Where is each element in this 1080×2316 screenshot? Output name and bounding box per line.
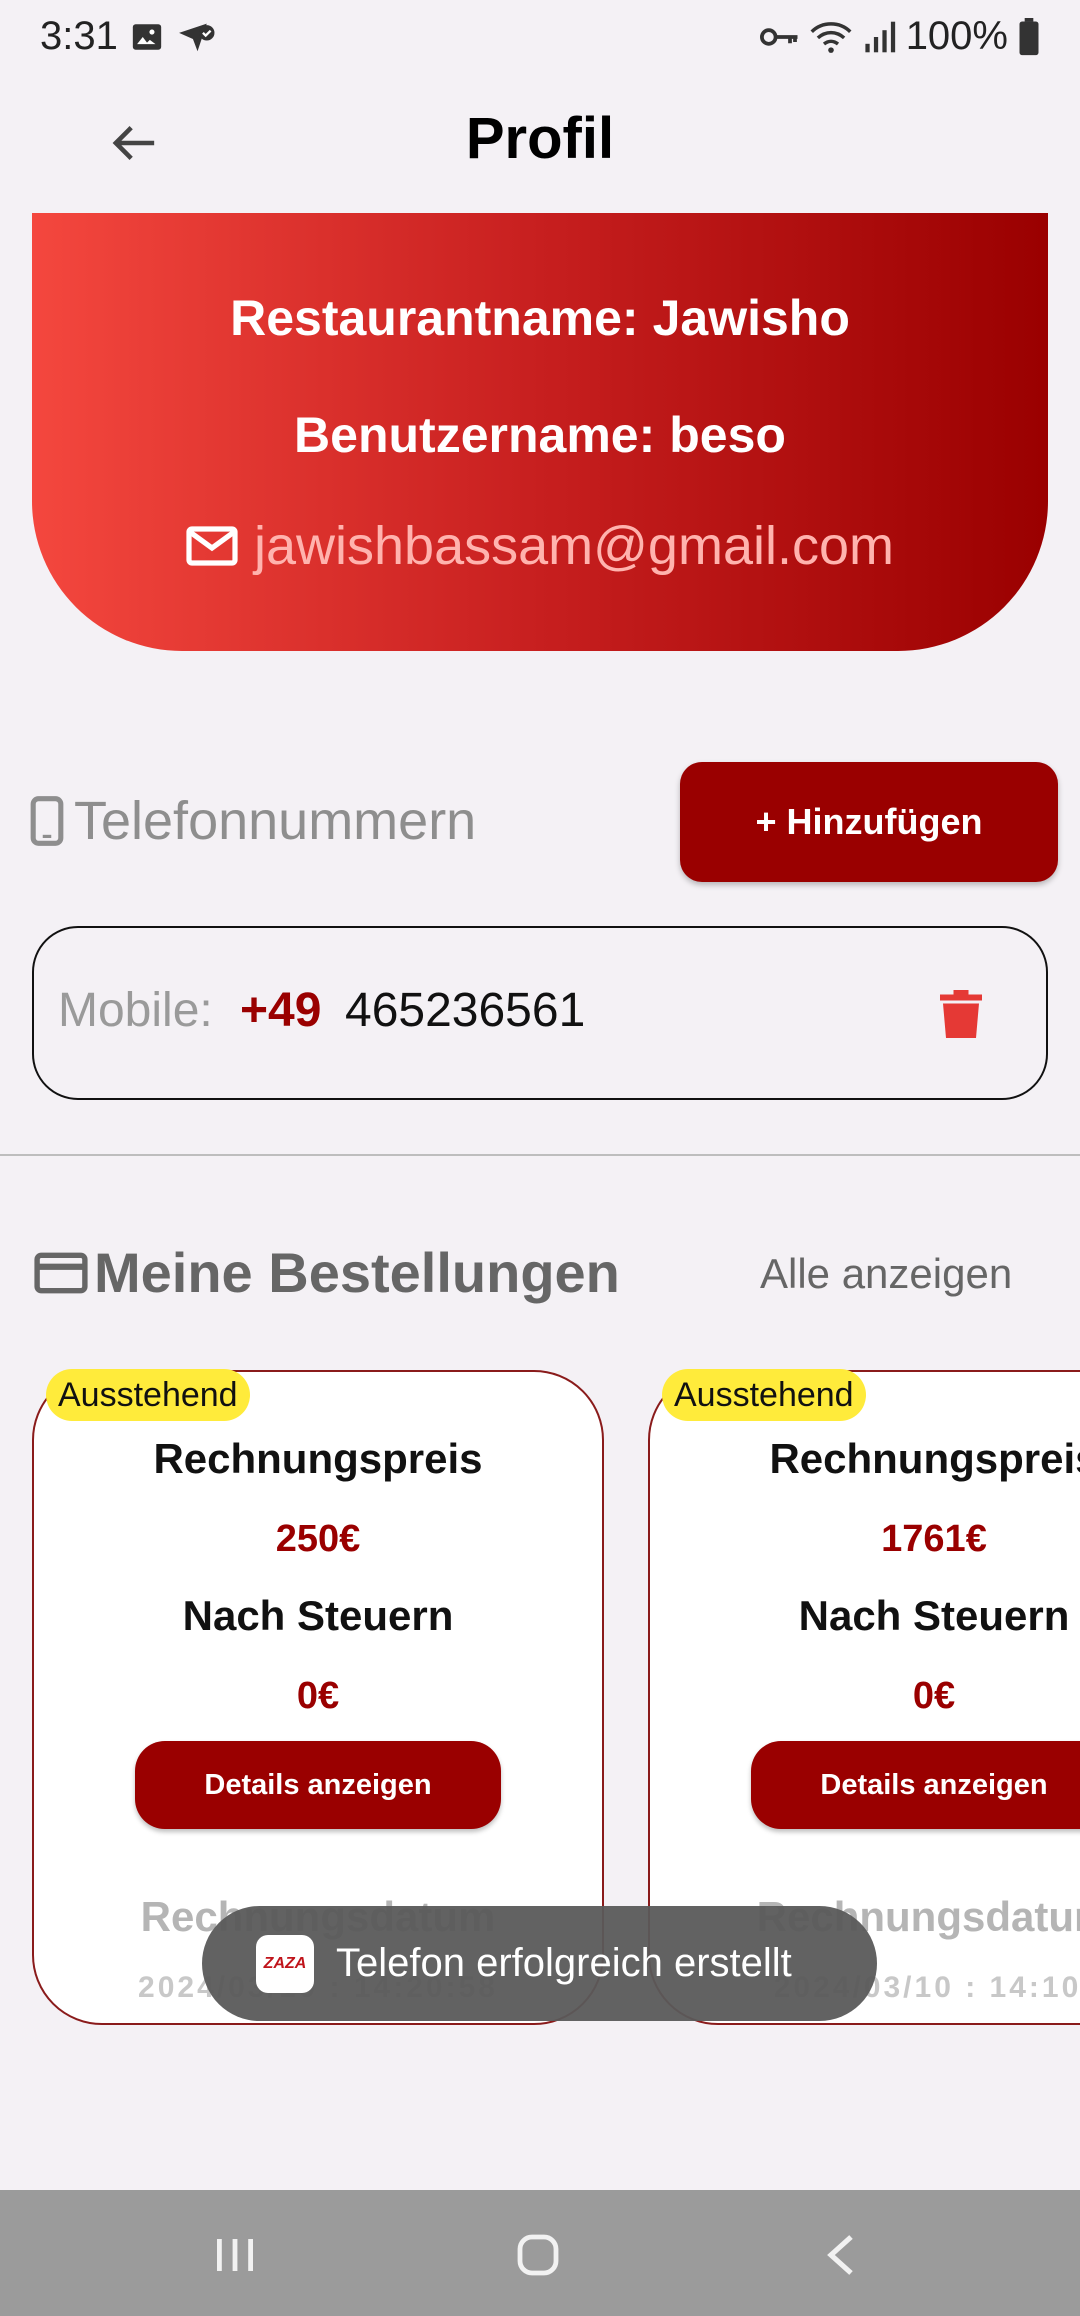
see-all-orders-link[interactable]: Alle anzeigen bbox=[760, 1250, 1012, 1298]
mail-icon bbox=[186, 526, 238, 566]
recent-apps-icon bbox=[217, 2239, 253, 2271]
toast-text: Telefon erfolgreich erstellt bbox=[336, 1941, 792, 1985]
phone-country-code: +49 bbox=[240, 984, 322, 1037]
image-icon bbox=[132, 24, 162, 50]
status-time: 3:31 bbox=[40, 14, 118, 58]
invoice-price-label: Rechnungspreis bbox=[153, 1435, 483, 1482]
page-title: Profil bbox=[465, 106, 615, 171]
home-icon bbox=[517, 2234, 559, 2276]
details-button[interactable]: Details anzeigen bbox=[135, 1741, 501, 1829]
status-badge: Ausstehend bbox=[46, 1369, 250, 1421]
username-value: beso bbox=[669, 407, 786, 463]
credit-card-icon bbox=[34, 1252, 88, 1293]
orders-section-label: Meine Bestellungen bbox=[94, 1241, 620, 1304]
battery-icon bbox=[1019, 17, 1039, 55]
invoice-price-value: 1761€ bbox=[881, 1518, 987, 1560]
status-badge: Ausstehend bbox=[662, 1369, 866, 1421]
app-logo-text: ZAZA bbox=[263, 1954, 307, 1972]
status-icons-right: 100% bbox=[759, 14, 1040, 59]
email-row: jawishbassam@gmail.com bbox=[32, 515, 1048, 577]
after-tax-value: 0€ bbox=[912, 1675, 956, 1717]
wifi-icon bbox=[810, 21, 852, 53]
details-button[interactable]: Details anzeigen bbox=[751, 1741, 1080, 1829]
signal-icon bbox=[865, 21, 895, 52]
trash-icon bbox=[940, 990, 982, 1038]
restaurant-value: Jawisho bbox=[652, 290, 850, 346]
location-check-icon bbox=[179, 23, 215, 52]
username-label: Benutzername: bbox=[294, 407, 656, 463]
username-row: Benutzername: beso bbox=[32, 406, 1048, 464]
after-tax-label: Nach Steuern bbox=[182, 1592, 454, 1639]
delete-phone-button[interactable] bbox=[940, 990, 982, 1038]
battery-percent: 100% bbox=[905, 14, 1008, 58]
smartphone-icon bbox=[30, 796, 64, 846]
after-tax-value: 0€ bbox=[296, 1675, 340, 1717]
restaurant-name-row: Restaurantname: Jawisho bbox=[32, 289, 1048, 347]
key-icon bbox=[759, 27, 798, 46]
toast-message: ZAZA Telefon erfolgreich erstellt bbox=[202, 1906, 877, 2021]
system-back-button[interactable] bbox=[806, 2222, 876, 2288]
profile-header-card: Restaurantname: Jawisho Benutzername: beso bbox=[32, 213, 1048, 651]
invoice-price-label: Rechnungspreis bbox=[769, 1435, 1080, 1482]
phone-section-title: Telefonnummern bbox=[30, 790, 476, 852]
app-logo-icon: ZAZA bbox=[256, 1934, 314, 1993]
phone-number: 465236561 bbox=[345, 984, 586, 1037]
restaurant-label: Restaurantname: bbox=[230, 290, 639, 346]
invoice-price-value: 250€ bbox=[275, 1518, 361, 1560]
email-text: jawishbassam@gmail.com bbox=[253, 516, 894, 576]
after-tax-label: Nach Steuern bbox=[798, 1592, 1070, 1639]
orders-section-title: Meine Bestellungen bbox=[34, 1240, 620, 1305]
add-phone-button[interactable]: + Hinzufügen bbox=[680, 762, 1058, 882]
home-button[interactable] bbox=[503, 2222, 573, 2288]
phone-section-label: Telefonnummern bbox=[74, 791, 477, 851]
section-divider bbox=[0, 1154, 1080, 1156]
status-icons-left bbox=[130, 20, 216, 58]
chevron-left-icon bbox=[827, 2235, 853, 2275]
recent-apps-button[interactable] bbox=[200, 2222, 270, 2288]
phone-type-label: Mobile: bbox=[58, 984, 213, 1037]
